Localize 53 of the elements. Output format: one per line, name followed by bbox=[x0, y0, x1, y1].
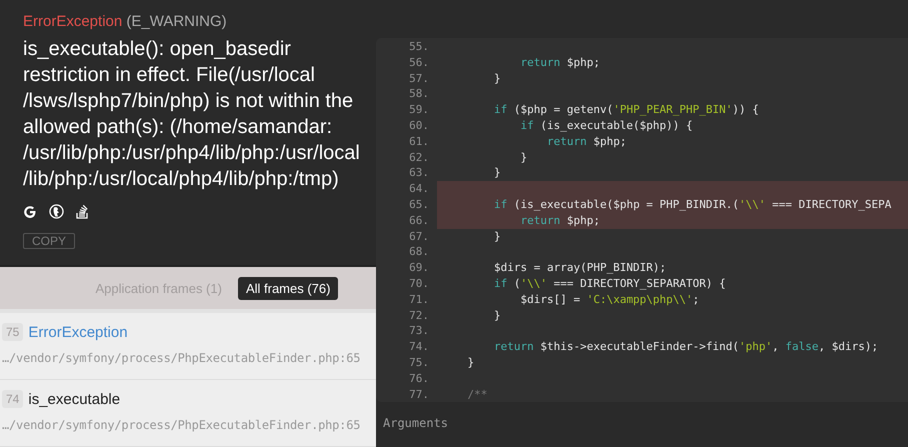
exception-message: is_executable(): open_basedir restriction in effect. File(/usr/local /lsws/lsphp7/bin/php) is not within the allowed path(s): (/home/samandar: /usr/lib/php:/usr/php4/lib/php:/usr/local /lib/php:/usr/local/php4/lib/php:/tmp) bbox=[23, 37, 361, 192]
line-number: 68. bbox=[408, 244, 429, 260]
line-number: 69. bbox=[408, 260, 429, 276]
line-number: 64. bbox=[408, 181, 429, 197]
frame-name[interactable]: is_executable bbox=[28, 390, 120, 408]
code-line: } bbox=[519, 150, 528, 166]
line-number: 71. bbox=[408, 292, 429, 308]
code-line: if ($php = getenv('PHP_PEAR_PHP_BIN')) { bbox=[492, 102, 760, 118]
line-number: 55. bbox=[408, 39, 429, 55]
line-number: 63. bbox=[408, 165, 429, 182]
stack-icon[interactable] bbox=[76, 204, 89, 219]
google-search-icon[interactable] bbox=[23, 204, 37, 218]
line-number: 59. bbox=[408, 102, 429, 118]
code-line: } bbox=[492, 165, 502, 182]
line-number: 75. bbox=[408, 354, 429, 371]
line-number: 57. bbox=[408, 70, 429, 86]
copy-button[interactable]: COPY bbox=[23, 233, 76, 249]
code-line: /** bbox=[466, 386, 488, 402]
line-number: 72. bbox=[408, 308, 429, 324]
duck-icon[interactable] bbox=[49, 204, 64, 219]
code-line: $dirs = array(PHP_BINDIR); bbox=[492, 260, 668, 276]
frame-number: 75 bbox=[2, 323, 24, 341]
code-line: $dirs[] = 'C:\xampp\php\\'; bbox=[519, 292, 700, 308]
frame-name[interactable]: ErrorException bbox=[28, 324, 128, 340]
code-line: } bbox=[492, 70, 502, 86]
code-line: } bbox=[492, 228, 502, 244]
code-line: return $this->executableFinder->find('php', false, $dirs); bbox=[492, 339, 880, 355]
frame-file-path: …/vendor/symfony/process/PhpExecutableFinder.php:65 bbox=[2, 418, 362, 432]
frame-number: 74 bbox=[2, 390, 24, 408]
line-number: 70. bbox=[408, 276, 429, 292]
line-number: 56. bbox=[408, 54, 429, 71]
code-line: return $php; bbox=[519, 54, 601, 71]
exception-class: ErrorException bbox=[23, 13, 122, 30]
line-number: 76. bbox=[408, 370, 429, 387]
frame-filter-tab[interactable]: All frames (76) bbox=[238, 276, 338, 300]
line-number: 73. bbox=[408, 323, 429, 340]
code-line: if ('\\' === DIRECTORY_SEPARATOR) { bbox=[492, 276, 727, 292]
line-number: 67. bbox=[408, 228, 429, 244]
line-number: 65. bbox=[408, 196, 429, 213]
arguments-label: Arguments bbox=[382, 415, 450, 430]
line-number: 62. bbox=[408, 150, 429, 166]
line-number: 66. bbox=[408, 212, 429, 229]
code-line: if (is_executable($php)) { bbox=[519, 118, 694, 134]
line-number: 58. bbox=[408, 86, 429, 102]
exception-code: (E_WARNING) bbox=[126, 13, 227, 30]
code-line: } bbox=[492, 308, 502, 324]
line-number: 61. bbox=[408, 134, 429, 150]
code-line: return $php; bbox=[546, 134, 628, 150]
line-number: 77. bbox=[408, 386, 429, 402]
line-number: 60. bbox=[408, 118, 429, 134]
frame-file-path: …/vendor/symfony/process/PhpExecutableFinder.php:65 bbox=[2, 351, 362, 365]
code-line: } bbox=[466, 354, 476, 371]
line-number: 74. bbox=[408, 339, 429, 355]
